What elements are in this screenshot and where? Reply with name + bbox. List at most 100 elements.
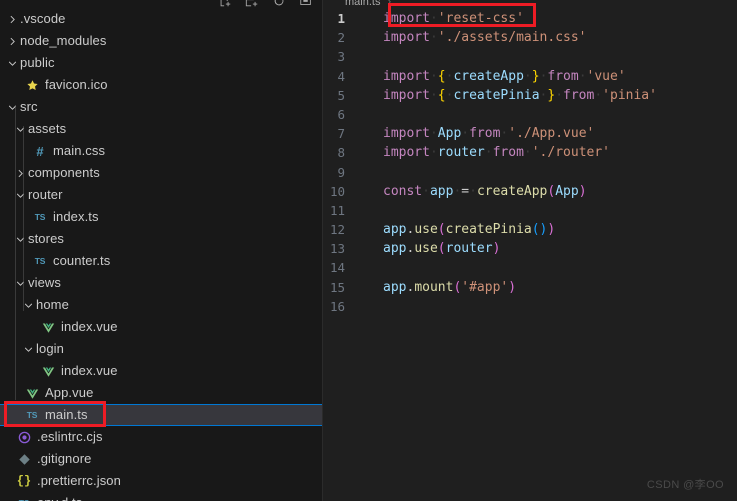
code-line[interactable]: 6 [323,105,737,124]
code-line[interactable]: 9 [323,163,737,182]
new-folder-icon[interactable] [244,0,260,8]
code-token: createPinia [445,222,532,238]
tree-item-label: counter.ts [53,253,111,268]
code-token: import [383,30,430,46]
tree-item-index-ts[interactable]: TS index.ts [0,206,322,228]
line-text[interactable]: import·{·createApp·}·from·'vue' [365,67,626,86]
code-line[interactable]: 15 app.mount('#app') [323,278,737,297]
line-text[interactable]: import·App·from·'./App.vue' [365,124,594,143]
tree-item-public[interactable]: public [0,52,322,74]
code-line[interactable]: 12 app.use(createPinia()) [323,220,737,239]
tree-item-login[interactable]: login [0,338,322,360]
tree-item-src[interactable]: src [0,96,322,118]
code-line[interactable]: 14 [323,258,737,277]
chevron-down-icon[interactable] [4,96,20,118]
line-text[interactable]: app.use(router) [365,239,500,258]
tree-item-gitignore[interactable]: .gitignore [0,448,322,470]
line-text[interactable] [365,163,383,182]
chevron-right-icon[interactable] [4,8,20,30]
code-token: from [563,87,595,103]
code-line[interactable]: 11 [323,201,737,220]
collapse-all-icon[interactable] [298,0,314,8]
line-number: 11 [329,202,345,218]
code-editor: main.ts › ... 1 import·'reset-css' 2 import… [323,0,737,501]
json-icon: {} [16,474,32,488]
tree-item-main-ts[interactable]: TS main.ts [0,404,322,426]
line-number: 15 [329,279,345,295]
line-text[interactable] [365,201,383,220]
code-token: './router' [531,145,611,161]
code-token: } [531,68,540,84]
code-token: · [523,68,532,84]
line-text[interactable]: app.use(createPinia()) [365,220,555,239]
code-line[interactable]: 10 const·app·=·createApp(App) [323,182,737,201]
tree-item-label: home [36,297,69,312]
vue-icon [40,319,56,335]
code-token: createApp [476,183,548,199]
refresh-icon[interactable] [271,0,287,8]
code-line[interactable]: 1 import·'reset-css' [323,9,737,28]
tree-item-env-d-ts[interactable]: TS env.d.ts [0,492,322,501]
line-text[interactable] [365,105,383,124]
breadcrumb[interactable]: main.ts › ... [323,0,737,9]
tree-item-vscode[interactable]: .vscode [0,8,322,30]
file-tree[interactable]: .vscode node_modulespublic favicon.ico src a… [0,8,322,501]
code-token: '#app' [461,279,509,295]
code-token: './assets/main.css' [437,30,587,46]
code-token: import [383,11,430,26]
breadcrumb-symbol[interactable]: ... [398,0,407,8]
tree-item-components[interactable]: components [0,162,322,184]
line-text[interactable]: import·router·from·'./router' [365,143,610,162]
line-number: 5 [337,87,345,103]
line-text[interactable]: import·'reset-css' [365,9,524,28]
tree-item-main-css[interactable]: # main.css [0,140,322,162]
code-token: router [437,145,485,161]
tree-item-router[interactable]: router [0,184,322,206]
tree-item-index-vue[interactable]: index.vue [0,360,322,382]
tree-item-node-modules[interactable]: node_modules [0,30,322,52]
tree-item-views[interactable]: views [0,272,322,294]
code-line[interactable]: 7 import·App·from·'./App.vue' [323,124,737,143]
code-token: ) [578,183,587,199]
code-line[interactable]: 8 import·router·from·'./router' [323,143,737,162]
code-line[interactable]: 13 app.use(router) [323,239,737,258]
tree-item-home[interactable]: home [0,294,322,316]
line-text[interactable]: import·{·createPinia·}·from·'pinia' [365,86,657,105]
code-token: app [383,222,407,238]
code-token: { [437,68,446,84]
line-text[interactable] [365,258,383,277]
line-number: 8 [337,145,345,161]
line-number: 16 [329,298,345,314]
line-text[interactable]: const·app·=·createApp(App) [365,182,587,201]
line-text[interactable]: app.mount('#app') [365,278,516,297]
chevron-down-icon[interactable] [4,52,20,74]
code-token: from [469,126,501,142]
line-text[interactable] [365,47,383,66]
code-line[interactable]: 5 import·{·createPinia·}·from·'pinia' [323,86,737,105]
new-file-icon[interactable] [217,0,233,8]
tree-item-label: public [20,55,55,70]
tree-item-app-vue[interactable]: App.vue [0,382,322,404]
tree-item-prettierrc-json[interactable]: {} .prettierrc.json [0,470,322,492]
tree-item-favicon-ico[interactable]: favicon.ico [0,74,322,96]
line-text[interactable] [365,297,383,316]
tree-item-eslintrc-cjs[interactable]: .eslintrc.cjs [0,426,322,448]
code-line[interactable]: 3 [323,47,737,66]
chevron-down-icon[interactable] [20,338,36,360]
code-line[interactable]: 4 import·{·createApp·}·from·'vue' [323,67,737,86]
tree-item-stores[interactable]: stores [0,228,322,250]
code-line[interactable]: 16 [323,297,737,316]
tree-item-counter-ts[interactable]: TS counter.ts [0,250,322,272]
tree-item-assets[interactable]: assets [0,118,322,140]
line-number: 7 [337,126,345,142]
tree-item-label: index.ts [53,209,99,224]
tree-item-index-vue[interactable]: index.vue [0,316,322,338]
code-token: · [429,145,438,161]
chevron-right-icon[interactable] [4,30,20,52]
breadcrumb-file[interactable]: main.ts [345,0,380,8]
code-content[interactable]: 1 import·'reset-css' 2 import·'./assets/mai… [323,9,737,316]
code-token: = [461,183,470,199]
code-line[interactable]: 2 import·'./assets/main.css' [323,28,737,47]
line-text[interactable]: import·'./assets/main.css' [365,28,587,47]
line-number: 13 [329,241,345,257]
